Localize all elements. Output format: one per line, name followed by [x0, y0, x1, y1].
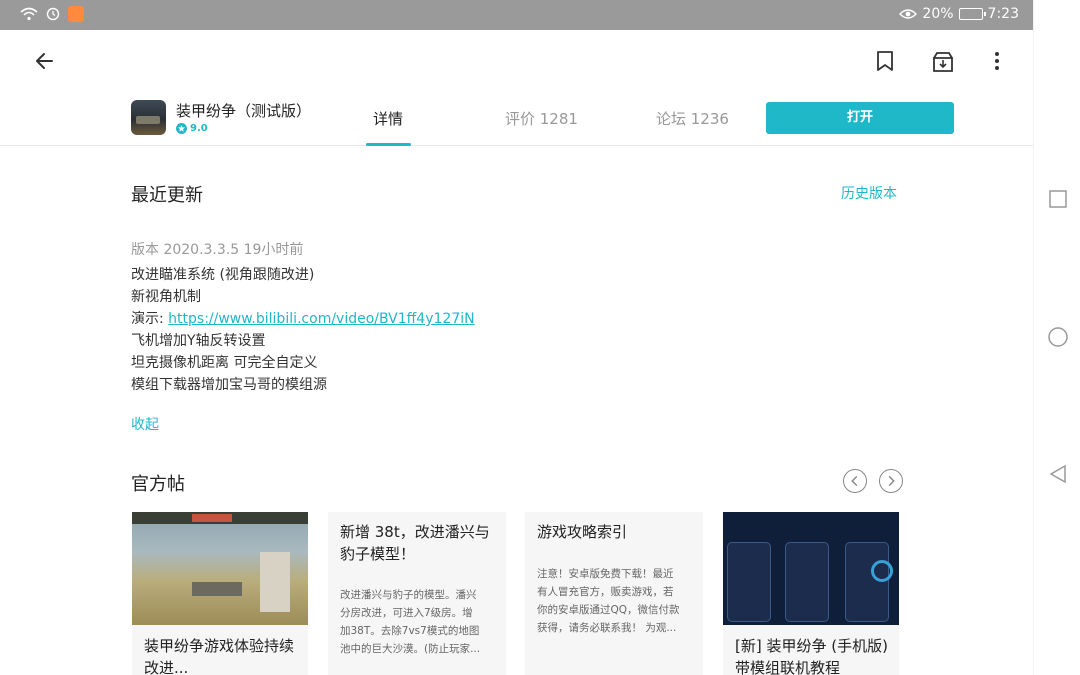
history-versions-link[interactable]: 历史版本 [841, 183, 897, 203]
screen: 20% 7:23 装甲纷争（测试版） 9.0 详情 评价 1281 论坛 123… [0, 0, 1080, 675]
status-right: 20% 7:23 [899, 6, 1019, 22]
tab-details[interactable]: 详情 [373, 108, 403, 129]
post-title-line: 游戏攻略索引 [537, 523, 628, 541]
alarm-icon [46, 7, 60, 21]
post-excerpt: 改进潘兴与豹子的模型。潘兴 分房改进，可进入7级房。增 加38T。去除7vs7模… [340, 586, 494, 658]
excerpt-line: 改进潘兴与豹子的模型。潘兴 [340, 589, 477, 601]
post-title-line: 新增 38t，改进潘兴与 [340, 523, 490, 541]
post-title: 新增 38t，改进潘兴与 豹子模型！ [340, 521, 490, 565]
active-tab-indicator [366, 143, 411, 146]
app-header-row: 装甲纷争（测试版） 9.0 详情 评价 1281 论坛 1236 打开 [0, 90, 1033, 146]
carousel-next-icon[interactable] [879, 469, 903, 493]
recent-updates-title: 最近更新 [131, 185, 203, 206]
excerpt-line: 注意！安卓版免费下载！最近 [537, 568, 674, 580]
tab-forum[interactable]: 论坛 1236 [656, 108, 729, 129]
post-thumbnail [723, 512, 899, 625]
clock: 7:23 [987, 6, 1019, 22]
note-line: 坦克摄像机距离 可完全自定义 [131, 355, 318, 371]
excerpt-line: 加38T。去除7vs7模式的地图 [340, 625, 480, 637]
app-bar [0, 30, 1033, 90]
battery-icon [958, 8, 986, 20]
post-card[interactable]: 游戏攻略索引 注意！安卓版免费下载！最近 有人冒充官方，贩卖游戏，若 你的安卓版… [525, 512, 703, 675]
back-arrow-icon[interactable] [30, 46, 60, 76]
status-bar: 20% 7:23 [0, 0, 1033, 30]
rating-star-icon [176, 123, 187, 134]
post-title-line: 装甲纷争游戏体验持续 [144, 637, 295, 655]
note-line-demo: 演示: https://www.bilibili.com/video/BV1ff… [131, 308, 475, 330]
post-title: 游戏攻略索引 [537, 521, 627, 543]
app-icon [131, 100, 166, 135]
carousel-prev-icon[interactable] [843, 469, 867, 493]
excerpt-line: 有人冒充官方，贩卖游戏，若 [537, 586, 674, 598]
post-title-line: 带模组联机教程 [735, 659, 841, 675]
note-line: 新视角机制 [131, 289, 201, 305]
rating-value: 9.0 [190, 123, 208, 134]
excerpt-line: 池中的巨大沙漠。(防止玩家... [340, 643, 481, 655]
bookmark-icon[interactable] [870, 46, 900, 76]
app-name: 装甲纷争（测试版） [176, 102, 312, 120]
app-rating: 9.0 [176, 123, 208, 134]
excerpt-line: 分房改进，可进入7级房。增 [340, 607, 473, 619]
excerpt-line: 获得，请务必联系我！ 为观... [537, 622, 677, 634]
post-excerpt: 注意！安卓版免费下载！最近 有人冒充官方，贩卖游戏，若 你的安卓版通过QQ，微信… [537, 565, 691, 637]
note-line: 改进瞄准系统 (视角跟随改进) [131, 267, 315, 283]
note-line: 模组下载器增加宝马哥的模组源 [131, 377, 327, 393]
update-notes: 改进瞄准系统 (视角跟随改进) 新视角机制 演示: https://www.bi… [131, 264, 475, 396]
status-left [20, 6, 84, 22]
post-title-line: 改进... [144, 659, 189, 675]
post-title: 装甲纷争游戏体验持续 改进... [144, 635, 294, 675]
version-info: 版本 2020.3.3.5 19小时前 [131, 242, 304, 258]
collapse-link[interactable]: 收起 [131, 414, 159, 434]
post-card[interactable]: 装甲纷争游戏体验持续 改进... [132, 512, 308, 675]
open-button[interactable]: 打开 [766, 102, 954, 134]
post-title-line: 豹子模型！ [340, 545, 416, 563]
recents-icon[interactable] [1047, 188, 1069, 210]
excerpt-line: 你的安卓版通过QQ，微信付款 [537, 604, 680, 616]
demo-video-link[interactable]: https://www.bilibili.com/video/BV1ff4y12… [168, 311, 474, 327]
wifi-icon [20, 7, 38, 21]
post-card[interactable]: [新] 装甲纷争 (手机版) 带模组联机教程 [723, 512, 899, 675]
demo-label: 演示: [131, 311, 169, 327]
app-notification-icon [68, 6, 84, 22]
system-nav-bar [1033, 0, 1080, 675]
download-manager-icon[interactable] [928, 46, 958, 76]
tab-reviews[interactable]: 评价 1281 [505, 108, 578, 129]
note-line: 飞机增加Y轴反转设置 [131, 333, 266, 349]
more-options-icon[interactable] [982, 46, 1012, 76]
official-posts-title: 官方帖 [131, 474, 185, 495]
battery-percent: 20% [922, 6, 954, 22]
back-nav-icon[interactable] [1047, 463, 1069, 485]
home-icon[interactable] [1047, 326, 1069, 348]
post-title: [新] 装甲纷争 (手机版) 带模组联机教程 [735, 635, 888, 675]
post-title-line: [新] 装甲纷争 (手机版) [735, 637, 888, 655]
post-card[interactable]: 新增 38t，改进潘兴与 豹子模型！ 改进潘兴与豹子的模型。潘兴 分房改进，可进… [328, 512, 506, 675]
eye-comfort-icon [899, 9, 918, 19]
post-thumbnail [132, 512, 308, 625]
